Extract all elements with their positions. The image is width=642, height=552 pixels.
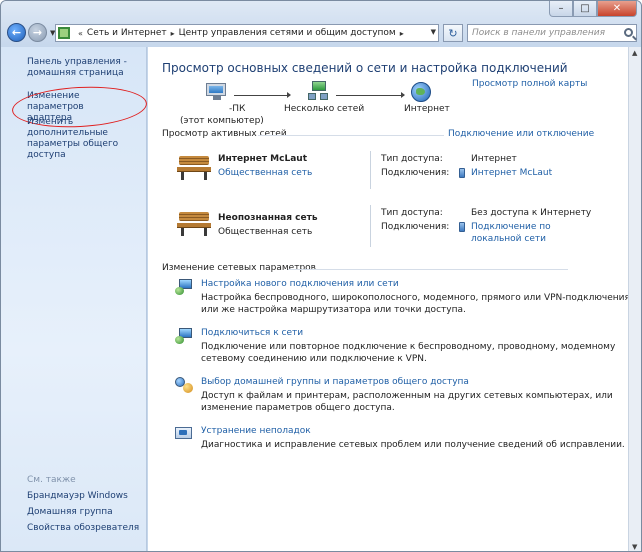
close-button[interactable]: ✕ — [597, 1, 637, 17]
task-homegroup[interactable]: Выбор домашней группы и параметров общег… — [201, 377, 469, 387]
sidebar-item-firewall[interactable]: Брандмауэр Windows — [27, 491, 143, 502]
access-type-label: Тип доступа: — [381, 154, 443, 164]
search-input[interactable]: Поиск в панели управления — [467, 24, 637, 42]
chevron-down-icon[interactable]: ▼ — [431, 28, 436, 36]
troubleshoot-icon — [175, 426, 193, 442]
network-type-link[interactable]: Общественная сеть — [218, 168, 312, 178]
adapter-icon — [459, 168, 465, 178]
network-type: Общественная сеть — [218, 227, 313, 237]
sidebar-item-internet-options[interactable]: Свойства обозревателя — [27, 523, 143, 534]
divider — [258, 135, 444, 136]
chevron-right-icon[interactable]: ▸ — [171, 29, 175, 38]
breadcrumb-network[interactable]: Сеть и Интернет — [87, 28, 167, 38]
divider — [370, 205, 371, 247]
refresh-icon: ↻ — [448, 26, 458, 40]
homegroup-icon — [175, 377, 193, 393]
refresh-button[interactable]: ↻ — [443, 24, 463, 42]
task-desc: сетевому соединению или подключение к VP… — [201, 354, 427, 364]
computer-name: -ПК — [229, 104, 246, 114]
task-desc: или же настройка маршрутизатора или точк… — [201, 305, 466, 315]
access-type-value: Интернет — [471, 154, 517, 164]
scrollbar[interactable]: ▲ ▼ — [628, 47, 641, 551]
window: – □ ✕ ← → ▼ « Сеть и Интернет ▸ Центр уп… — [0, 0, 642, 552]
task-new-connection[interactable]: Настройка нового подключения или сети — [201, 279, 399, 289]
internet-globe-icon — [411, 82, 431, 102]
internet-label: Интернет — [404, 104, 450, 114]
address-bar[interactable]: « Сеть и Интернет ▸ Центр управления сет… — [55, 24, 439, 42]
access-type-value: Без доступа к Интернету — [471, 208, 592, 218]
access-type-label: Тип доступа: — [381, 208, 443, 218]
forward-button[interactable]: → — [28, 23, 47, 42]
connect-disconnect-link[interactable]: Подключение или отключение — [448, 129, 594, 139]
divider — [370, 151, 371, 189]
search-icon[interactable] — [624, 28, 633, 37]
task-troubleshoot[interactable]: Устранение неполадок — [201, 426, 311, 436]
page-title: Просмотр основных сведений о сети и наст… — [162, 61, 568, 75]
task-desc: Диагностика и исправление сетевых пробле… — [201, 440, 625, 450]
title-bar: – □ ✕ ← → ▼ « Сеть и Интернет ▸ Центр уп… — [1, 1, 641, 47]
connection-arrow — [336, 92, 405, 98]
network-name: Интернет McLaut — [218, 154, 307, 164]
new-connection-icon — [175, 279, 193, 295]
scroll-down-icon[interactable]: ▼ — [632, 543, 637, 551]
computer-icon — [206, 83, 228, 101]
task-desc: Настройка беспроводного, широкополосного… — [201, 293, 630, 303]
scroll-up-icon[interactable]: ▲ — [632, 49, 637, 57]
connection-link-line1[interactable]: Подключение по — [471, 222, 551, 232]
adapter-icon — [459, 222, 465, 232]
connect-network-icon — [175, 328, 193, 344]
breadcrumb-network-center[interactable]: Центр управления сетями и общим доступом — [179, 28, 396, 38]
main-content: Просмотр основных сведений о сети и наст… — [148, 47, 630, 551]
chevron-right-icon[interactable]: ▸ — [400, 29, 404, 38]
public-network-bench-icon — [177, 154, 211, 180]
sidebar-item-homegroup[interactable]: Домашняя группа — [27, 507, 143, 518]
sidebar-item-sharing-settings[interactable]: Изменить дополнительные параметры общего… — [27, 117, 143, 161]
minimize-button[interactable]: – — [549, 1, 573, 17]
control-panel-icon — [58, 27, 70, 39]
search-placeholder: Поиск в панели управления — [472, 28, 605, 38]
divider — [288, 269, 568, 270]
connections-label: Подключения: — [381, 222, 450, 232]
connections-label: Подключения: — [381, 168, 450, 178]
active-networks-header: Просмотр активных сетей — [162, 129, 287, 139]
network-name: Неопознанная сеть — [218, 213, 318, 223]
change-settings-header: Изменение сетевых параметров — [162, 263, 316, 273]
back-button[interactable]: ← — [7, 23, 26, 42]
full-map-link[interactable]: Просмотр полной карты — [472, 79, 587, 89]
sidebar-home-link[interactable]: Панель управления - домашняя страница — [27, 57, 143, 79]
network-icon — [308, 81, 330, 101]
task-desc: Доступ к файлам и принтерам, расположенн… — [201, 391, 613, 401]
task-connect-network[interactable]: Подключиться к сети — [201, 328, 303, 338]
connection-link-line2[interactable]: локальной сети — [471, 234, 546, 244]
computer-sub: (этот компьютер) — [180, 116, 264, 126]
networks-label: Несколько сетей — [284, 104, 365, 114]
task-desc: изменение параметров общего доступа. — [201, 403, 395, 413]
sidebar: Панель управления - домашняя страница Из… — [1, 47, 148, 551]
nav-buttons: ← → ▼ — [7, 23, 55, 42]
public-network-bench-icon — [177, 210, 211, 236]
see-also-label: См. также — [27, 475, 76, 485]
window-controls: – □ ✕ — [549, 1, 637, 17]
connection-link[interactable]: Интернет McLaut — [471, 168, 552, 178]
connection-arrow — [234, 92, 291, 98]
chevron-icon[interactable]: « — [78, 29, 83, 38]
maximize-button[interactable]: □ — [573, 1, 597, 17]
task-desc: Подключение или повторное подключение к … — [201, 342, 616, 352]
